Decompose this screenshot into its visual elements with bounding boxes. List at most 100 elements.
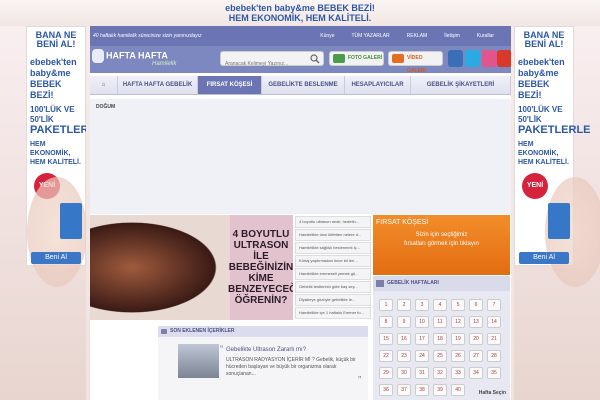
week-button[interactable]: 24: [415, 350, 429, 362]
week-button[interactable]: 12: [451, 316, 465, 328]
top-link-iletisim[interactable]: İletişim: [444, 33, 460, 39]
slider-list-item[interactable]: Hamilelikte emmeseli yemek gü...: [295, 268, 371, 280]
week-button[interactable]: 27: [469, 350, 483, 362]
site-logo[interactable]: HAFTA HAFTA Hamilelik: [92, 49, 176, 69]
week-button[interactable]: 14: [487, 316, 501, 328]
week-button[interactable]: 38: [415, 384, 429, 396]
week-button[interactable]: 22: [379, 350, 393, 362]
week-button[interactable]: 20: [469, 333, 483, 345]
week-button[interactable]: 28: [487, 350, 501, 362]
left-ad-panel[interactable]: BANA NE BENİ AL! ebebek'ten baby&me BEBE…: [26, 26, 86, 287]
slider-list-item[interactable]: Kürtaj yaptırmadan önce bil lerı...: [295, 255, 371, 267]
week-button[interactable]: 15: [379, 333, 393, 345]
ad-brand-line: ebebek'ten: [30, 57, 77, 67]
ad-eco-line: HEM KALİTELİ.: [30, 159, 81, 166]
week-button[interactable]: 23: [397, 350, 411, 362]
week-button[interactable]: 37: [397, 384, 411, 396]
slider-list-item[interactable]: Gebelik testlerinin güte baş sey...: [295, 281, 371, 293]
firsat-title: FIRSAT KÖŞESİ: [376, 219, 429, 226]
top-link-kurallar[interactable]: Kurallar: [477, 33, 494, 39]
video-gallery-button[interactable]: VİDEO GALERİ: [388, 51, 443, 74]
nav-hafta-hafta[interactable]: HAFTA HAFTA GEBELİK: [118, 76, 198, 94]
article-title[interactable]: Gebelikte Ultrason Zararlı mı?: [226, 347, 306, 353]
week-button[interactable]: 31: [415, 367, 429, 379]
week-button[interactable]: 1: [379, 299, 393, 311]
latest-header: SON EKLENEN İÇERİKLER: [158, 326, 368, 337]
week-button[interactable]: 11: [433, 316, 447, 328]
week-button[interactable]: 18: [433, 333, 447, 345]
tagline: 40 haftalık hamilelik sürecinize sizin y…: [93, 33, 202, 39]
right-side-ad[interactable]: BANA NE BENİ AL! ebebek'ten baby&me BEBE…: [514, 26, 600, 400]
logo-subtext: Hamilelik: [152, 61, 177, 67]
week-button[interactable]: 35: [487, 367, 501, 379]
nav-beslenme[interactable]: GEBELİKTE BESLENME: [262, 76, 345, 94]
week-button[interactable]: 9: [397, 316, 411, 328]
firsat-body: Sizin için seçtiğimiz fırsatları görmek …: [373, 231, 510, 249]
week-button[interactable]: 40: [451, 384, 465, 396]
week-select[interactable]: Hafta Seçin: [479, 390, 506, 396]
header: HAFTA HAFTA Hamilelik FOTO GALERİ VİDEO …: [90, 46, 511, 74]
photo-gallery-button[interactable]: FOTO GALERİ: [329, 51, 384, 66]
week-button[interactable]: 30: [397, 367, 411, 379]
facebook-icon[interactable]: [448, 50, 463, 67]
ad-buy-button[interactable]: Beni Al: [519, 252, 569, 264]
slider-list-item[interactable]: 4 boyutlu ultrason nedir, hedefin...: [295, 216, 371, 228]
week-button[interactable]: 4: [433, 299, 447, 311]
ad-brand-line: ebebek'ten: [518, 57, 565, 67]
slider-list-item[interactable]: Diyabeye gözüyle gebelikte le...: [295, 294, 371, 306]
nav-sikayetler[interactable]: GEBELİK ŞİKAYETLERİ: [411, 76, 511, 94]
featured-slider[interactable]: 4 BOYUTLU ULTRASON İLE BEBEĞİNİZİN KİME …: [90, 215, 293, 320]
slider-list-item[interactable]: Hamilelikte sağlıklı beslenmek iç...: [295, 242, 371, 254]
weeks-title: GEBELİK HAFTALARI: [387, 280, 439, 286]
instagram-icon[interactable]: [482, 50, 497, 67]
week-button[interactable]: 3: [415, 299, 429, 311]
article-thumbnail[interactable]: [178, 344, 219, 378]
ad-buy-button[interactable]: Beni Al: [31, 252, 81, 264]
top-link-kunye[interactable]: Künye: [320, 33, 334, 39]
nav-hesaplayicilar[interactable]: HESAPLAYICILAR: [345, 76, 411, 94]
pinterest-icon[interactable]: [497, 50, 511, 67]
pregnancy-weeks: GEBELİK HAFTALARI 1 2 3 4 5 6 7 8 9 10 11 12 13 14 15 1…: [373, 276, 510, 400]
week-button[interactable]: 16: [397, 333, 411, 345]
week-button[interactable]: 39: [433, 384, 447, 396]
top-link-reklam[interactable]: REKLAM: [407, 33, 428, 39]
week-button[interactable]: 13: [469, 316, 483, 328]
week-button[interactable]: 8: [379, 316, 393, 328]
week-button[interactable]: 5: [451, 299, 465, 311]
slider-list-item[interactable]: Hamilelikte ünsi lütfetten nelere d...: [295, 229, 371, 241]
twitter-icon[interactable]: [465, 50, 480, 67]
slide-line: 4 BOYUTLU: [232, 229, 290, 240]
week-button[interactable]: 19: [451, 333, 465, 345]
top-banner-ad[interactable]: ebebek'ten baby&me BEBEK BEZİ! HEM EKONO…: [0, 0, 600, 26]
week-button[interactable]: 34: [469, 367, 483, 379]
slide-line: ULTRASON İLE: [233, 240, 289, 262]
slider-list-item[interactable]: Hamilelikte içe 1 haftalık Emmer fo...: [295, 307, 371, 319]
week-button[interactable]: 36: [379, 384, 393, 396]
firsat-line: Sizin için seçtiğimiz: [415, 232, 468, 238]
right-ad-panel[interactable]: BANA NE BENİ AL! ebebek'ten baby&me BEBE…: [514, 26, 600, 287]
quote-open-icon: “: [220, 344, 224, 355]
week-button[interactable]: 17: [415, 333, 429, 345]
week-button[interactable]: 21: [487, 333, 501, 345]
week-button[interactable]: 32: [433, 367, 447, 379]
nav-firsat-kosesi[interactable]: FIRSAT KÖŞESİ: [198, 76, 262, 94]
firsat-box[interactable]: FIRSAT KÖŞESİ Sizin için seçtiğimiz fırs…: [373, 215, 510, 275]
photo-gallery-label: FOTO GALERİ: [348, 55, 383, 61]
left-side-ad[interactable]: BANA NE BENİ AL! ebebek'ten baby&me BEBE…: [0, 26, 86, 400]
search-input[interactable]: [221, 57, 307, 71]
home-icon[interactable]: ⌂: [90, 76, 118, 94]
week-button[interactable]: 26: [451, 350, 465, 362]
week-button[interactable]: 29: [379, 367, 393, 379]
week-button[interactable]: 33: [451, 367, 465, 379]
top-link-yazarlar[interactable]: TÜM YAZARLAR: [351, 33, 389, 39]
week-button[interactable]: 7: [487, 299, 501, 311]
dogum-section: DOĞUM: [90, 99, 511, 214]
calendar-icon: [376, 280, 384, 287]
week-button[interactable]: 25: [433, 350, 447, 362]
dogum-label[interactable]: DOĞUM: [96, 104, 115, 110]
week-button[interactable]: 2: [397, 299, 411, 311]
search-icon[interactable]: [310, 54, 320, 64]
week-button[interactable]: 6: [469, 299, 483, 311]
slide-line: ÖĞRENİN?: [234, 295, 288, 306]
week-button[interactable]: 10: [415, 316, 429, 328]
